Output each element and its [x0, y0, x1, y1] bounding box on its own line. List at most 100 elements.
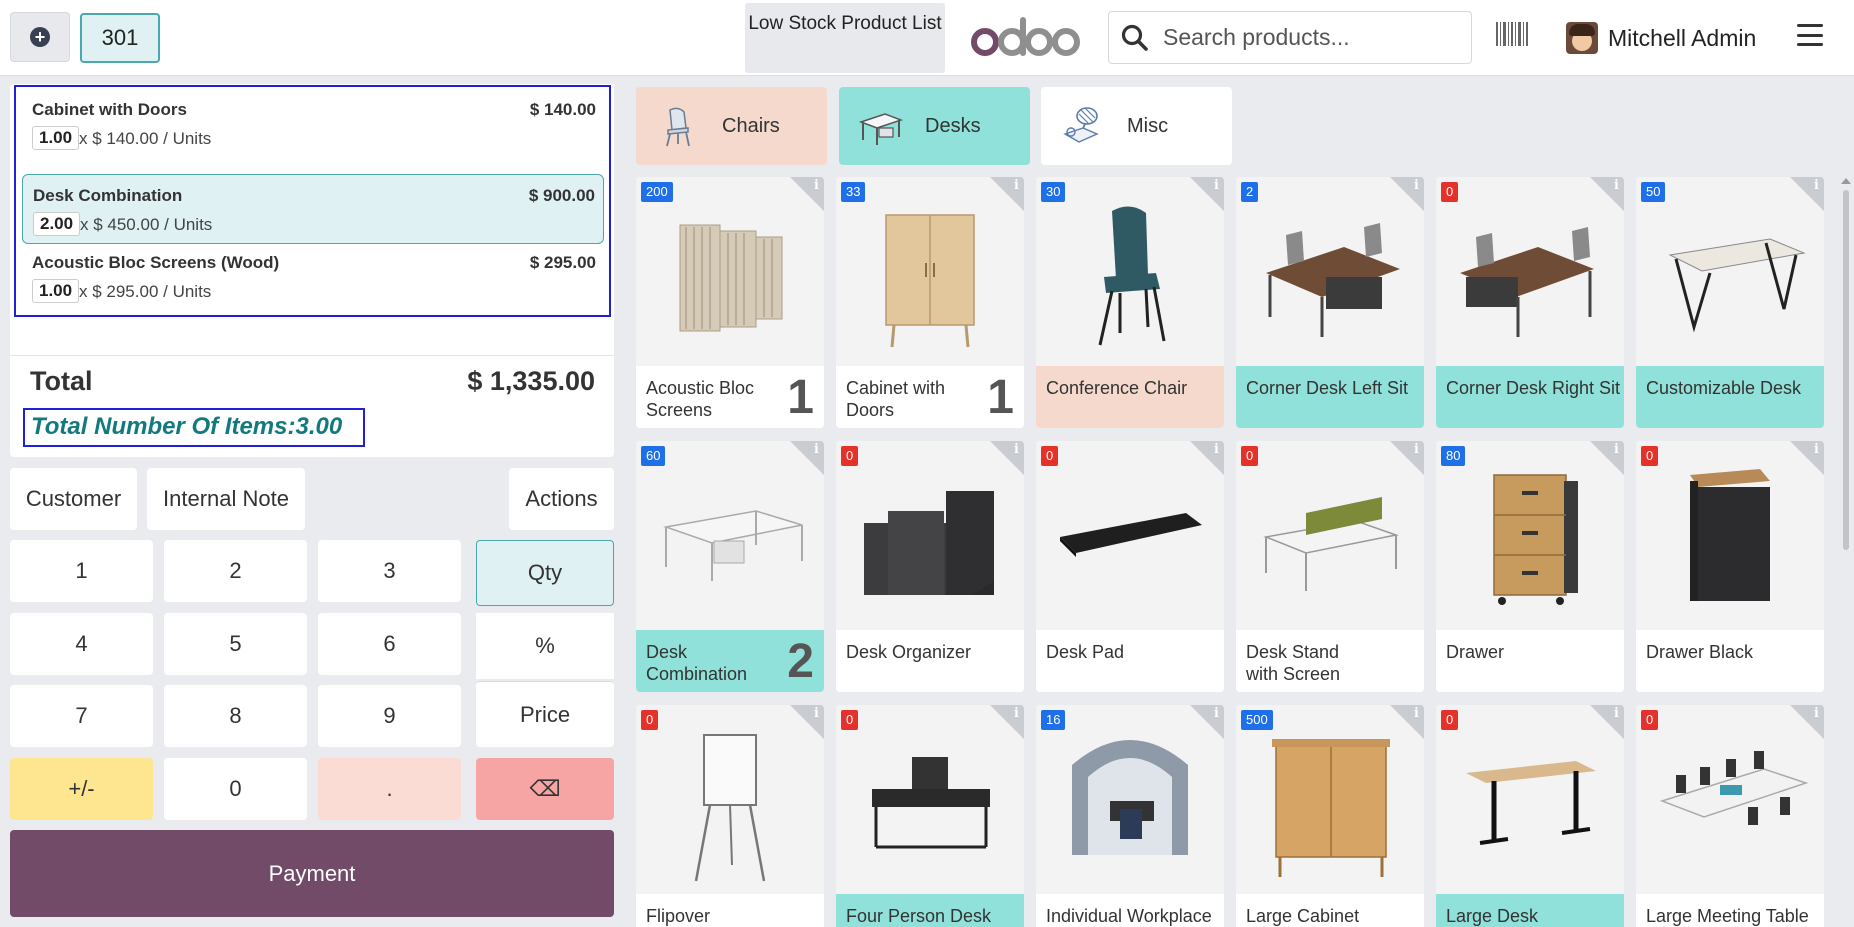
stock-badge: 0 [841, 710, 859, 730]
stock-badge: 0 [1441, 182, 1459, 202]
product-name: Desk Combination [646, 642, 748, 684]
scroll-thumb[interactable] [1843, 190, 1849, 550]
info-icon[interactable]: i [1614, 442, 1619, 457]
info-icon[interactable]: i [1814, 442, 1819, 457]
desk-icon [859, 113, 903, 145]
numpad-key-6[interactable]: 6 [318, 613, 461, 675]
search-input[interactable] [1163, 24, 1453, 51]
numpad-key-7[interactable]: 7 [10, 685, 153, 747]
product-label: Desk Combination 2 [636, 630, 824, 692]
info-icon[interactable]: i [1614, 178, 1619, 193]
new-order-button[interactable]: + [10, 12, 70, 62]
product-card[interactable]: i 0 Flipover [636, 705, 824, 927]
info-icon[interactable]: i [1014, 442, 1019, 457]
stock-badge: 0 [1441, 710, 1459, 730]
numpad-key-9[interactable]: 9 [318, 685, 461, 747]
user-name: Mitchell Admin [1608, 24, 1757, 51]
price-mode-button[interactable]: Price [476, 681, 614, 747]
orderline-selected[interactable]: Desk Combination $ 900.00 2.00 x $ 450.0… [22, 174, 604, 244]
stock-badge: 50 [1641, 182, 1666, 202]
product-card[interactable]: i 16 Individual Workplace [1036, 705, 1224, 927]
grid-scrollbar[interactable] [1841, 176, 1851, 927]
discount-mode-button[interactable]: % [476, 613, 614, 679]
internal-note-button[interactable]: Internal Note [147, 468, 305, 530]
numpad-key-5[interactable]: 5 [164, 613, 307, 675]
orderline-unit-price: x $ 295.00 / Units [79, 282, 212, 301]
numpad-key-1[interactable]: 1 [10, 540, 153, 602]
product-name: Corner Desk Right Sit [1446, 378, 1621, 398]
total-items-box: Total Number Of Items:3.00 [23, 408, 365, 447]
product-card[interactable]: i 200 Acoustic Bloc Screens 1 [636, 177, 824, 428]
barcode-icon[interactable] [1496, 22, 1528, 46]
info-icon[interactable]: i [814, 442, 819, 457]
product-search[interactable] [1108, 11, 1472, 64]
numpad-decimal-button[interactable]: . [318, 758, 461, 820]
product-card[interactable]: i 0 Desk Stand with Screen [1236, 441, 1424, 692]
orderline[interactable]: Acoustic Bloc Screens (Wood) $ 295.00 1.… [22, 242, 604, 312]
info-icon[interactable]: i [1414, 706, 1419, 721]
user-menu[interactable]: Mitchell Admin [1566, 20, 1756, 56]
product-name: Individual Workplace [1046, 906, 1212, 926]
menu-icon[interactable] [1797, 24, 1823, 46]
product-name: Desk Organizer [846, 642, 972, 662]
info-icon[interactable]: i [1414, 442, 1419, 457]
info-icon[interactable]: i [814, 178, 819, 193]
product-card[interactable]: i 0 Large Meeting Table [1636, 705, 1824, 927]
product-label: Desk Stand with Screen [1236, 630, 1424, 692]
info-icon[interactable]: i [1014, 706, 1019, 721]
stock-badge: 2 [1241, 182, 1259, 202]
info-icon[interactable]: i [1614, 706, 1619, 721]
order-tab[interactable]: 301 [80, 13, 160, 63]
actions-button[interactable]: Actions [509, 468, 614, 530]
product-card[interactable]: i 2 Corner Desk Left Sit [1236, 177, 1424, 428]
product-count: 1 [787, 371, 814, 424]
product-card[interactable]: i 33 Cabinet with Doors 1 [836, 177, 1024, 428]
product-card[interactable]: i 0 Drawer Black [1636, 441, 1824, 692]
info-icon[interactable]: i [1414, 178, 1419, 193]
scroll-up-icon[interactable] [1841, 178, 1851, 184]
backspace-icon: ⌫ [529, 776, 561, 801]
product-card[interactable]: i 30 Conference Chair [1036, 177, 1224, 428]
payment-button[interactable]: Payment [10, 830, 614, 917]
info-icon[interactable]: i [814, 706, 819, 721]
numpad-key-2[interactable]: 2 [164, 540, 307, 602]
product-card[interactable]: i 0 Desk Pad [1036, 441, 1224, 692]
orderline[interactable]: Cabinet with Doors $ 140.00 1.00 x $ 140… [22, 89, 604, 159]
product-card[interactable]: i 500 Large Cabinet [1236, 705, 1424, 927]
category-desks[interactable]: Desks [839, 87, 1030, 165]
info-icon[interactable]: i [1214, 706, 1219, 721]
orderline-qty: 1.00 [32, 279, 80, 303]
numpad-key-8[interactable]: 8 [164, 685, 307, 747]
info-icon[interactable]: i [1814, 178, 1819, 193]
orderline-product-name: Cabinet with Doors [32, 100, 187, 119]
numpad-sign-button[interactable]: +/- [10, 758, 153, 820]
product-name: Corner Desk Left Sit [1246, 378, 1409, 398]
numpad-key-3[interactable]: 3 [318, 540, 461, 602]
info-icon[interactable]: i [1014, 178, 1019, 193]
product-name: Conference Chair [1046, 378, 1188, 398]
product-label: Individual Workplace [1036, 894, 1224, 927]
product-card[interactable]: i 80 Drawer [1436, 441, 1624, 692]
category-misc[interactable]: Misc [1041, 87, 1232, 165]
info-icon[interactable]: i [1214, 442, 1219, 457]
numpad-key-0[interactable]: 0 [164, 758, 307, 820]
backspace-button[interactable]: ⌫ [476, 758, 614, 820]
info-icon[interactable]: i [1214, 178, 1219, 193]
category-chairs[interactable]: Chairs [636, 87, 827, 165]
customer-button[interactable]: Customer [10, 468, 137, 530]
product-card[interactable]: i 50 Customizable Desk [1636, 177, 1824, 428]
orderline-unit-price: x $ 450.00 / Units [80, 215, 213, 234]
product-card[interactable]: i 0 Four Person Desk [836, 705, 1024, 927]
product-name: Four Person Desk [846, 906, 992, 926]
search-icon [1121, 24, 1148, 51]
product-card[interactable]: i 0 Large Desk [1436, 705, 1624, 927]
product-label: Corner Desk Left Sit [1236, 366, 1424, 428]
product-label: Drawer Black [1636, 630, 1824, 692]
product-card[interactable]: i 0 Desk Organizer [836, 441, 1024, 692]
low-stock-button[interactable]: Low Stock Product List [745, 3, 945, 73]
qty-mode-button[interactable]: Qty [476, 540, 614, 606]
numpad-key-4[interactable]: 4 [10, 613, 153, 675]
product-card[interactable]: i 0 Corner Desk Right Sit [1436, 177, 1624, 428]
product-card[interactable]: i 60 Desk Combination 2 [636, 441, 824, 692]
info-icon[interactable]: i [1814, 706, 1819, 721]
